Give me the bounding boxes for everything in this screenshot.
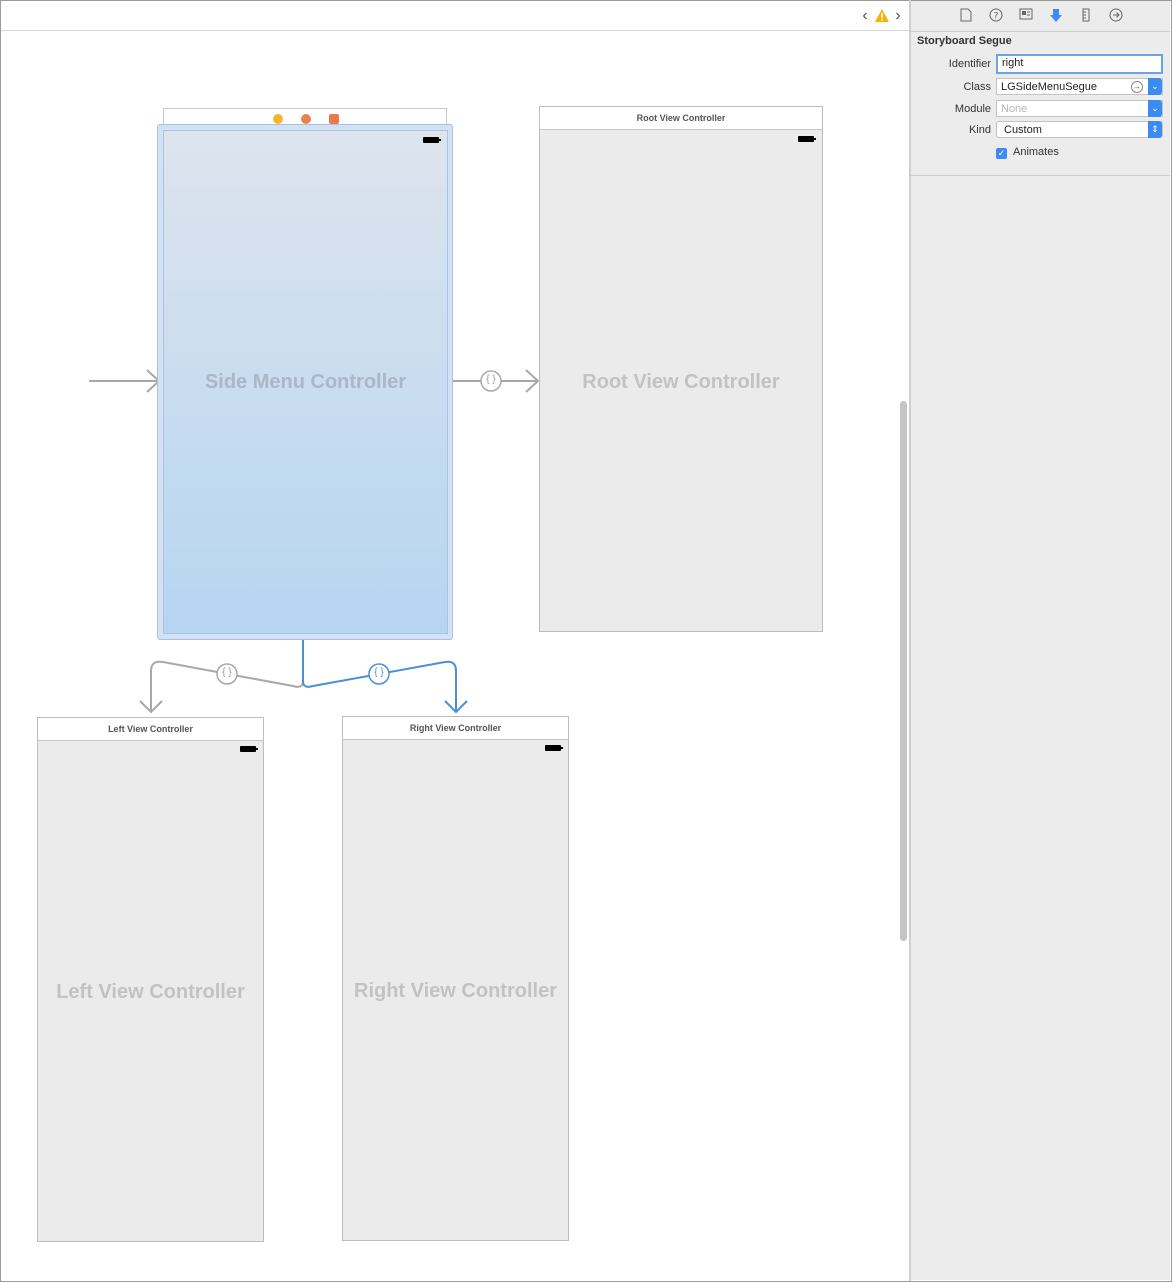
identity-inspector-icon[interactable] (1018, 8, 1034, 24)
scene-title: Left View Controller (38, 718, 263, 741)
size-inspector-icon[interactable] (1078, 8, 1094, 24)
go-to-class-icon[interactable]: → (1131, 81, 1143, 93)
attributes-inspector-icon[interactable] (1048, 8, 1064, 24)
battery-icon (240, 746, 258, 752)
module-field[interactable]: None ⌄ (996, 100, 1163, 117)
animates-checkbox[interactable]: ✓ (996, 148, 1007, 159)
module-placeholder: None (1001, 103, 1028, 115)
segue-badge-root[interactable]: { } (481, 374, 501, 385)
class-value: LGSideMenuSegue (1001, 81, 1098, 93)
segue-badge-left[interactable]: { } (217, 667, 237, 678)
scene-name: Root View Controller (582, 371, 780, 393)
class-dropdown-button[interactable]: ⌄ (1148, 78, 1162, 95)
svg-text:?: ? (994, 12, 999, 22)
scene-title: Root View Controller (540, 107, 822, 130)
file-inspector-icon[interactable] (958, 8, 974, 24)
animates-label: Animates (1013, 146, 1059, 158)
module-dropdown-button[interactable]: ⌄ (1148, 100, 1162, 117)
kind-popup-button[interactable]: ⇕ (1148, 121, 1162, 138)
scene-name: Left View Controller (56, 981, 245, 1003)
section-heading: Storyboard Segue (917, 35, 1012, 47)
storyboard-canvas[interactable]: ‹ › { } { } { } Side Menu Controller Roo… (1, 1, 910, 1280)
side-menu-controller-scene[interactable]: Side Menu Controller (163, 130, 448, 634)
scene-name: Right View Controller (354, 980, 557, 1002)
class-label: Class (963, 81, 991, 93)
class-field[interactable]: LGSideMenuSegue → ⌄ (996, 78, 1163, 95)
segue-badge-right[interactable]: { } (369, 667, 389, 678)
battery-icon (423, 137, 441, 143)
battery-icon (798, 136, 816, 142)
root-view-controller-scene[interactable]: Root View Controller Root View Controlle… (539, 106, 823, 632)
module-label: Module (954, 103, 991, 115)
kind-value: Custom (1004, 124, 1042, 136)
exit-icon[interactable] (329, 114, 339, 124)
identifier-field[interactable]: right (996, 54, 1163, 74)
scene-title: Right View Controller (343, 717, 568, 740)
connections-inspector-icon[interactable] (1108, 8, 1124, 24)
first-responder-icon[interactable] (301, 114, 311, 124)
identifier-label: Identifier (948, 58, 991, 70)
scene-name: Side Menu Controller (204, 371, 407, 393)
kind-label: Kind (968, 124, 991, 136)
kind-select[interactable]: Custom ⇕ (996, 121, 1163, 138)
right-view-controller-scene[interactable]: Right View Controller Right View Control… (342, 716, 569, 1241)
attributes-inspector: ? Storyboard Segue Identifier right Clas… (911, 1, 1170, 1280)
storyboard-segue-section: Storyboard Segue Identifier right Class … (911, 32, 1170, 176)
battery-icon (545, 745, 563, 751)
quick-help-icon[interactable]: ? (988, 8, 1004, 24)
left-view-controller-scene[interactable]: Left View Controller Left View Controlle… (37, 717, 264, 1242)
canvas-scrollbar[interactable] (900, 401, 907, 941)
view-controller-icon[interactable] (273, 114, 283, 124)
inspector-toolbar: ? (911, 1, 1170, 32)
